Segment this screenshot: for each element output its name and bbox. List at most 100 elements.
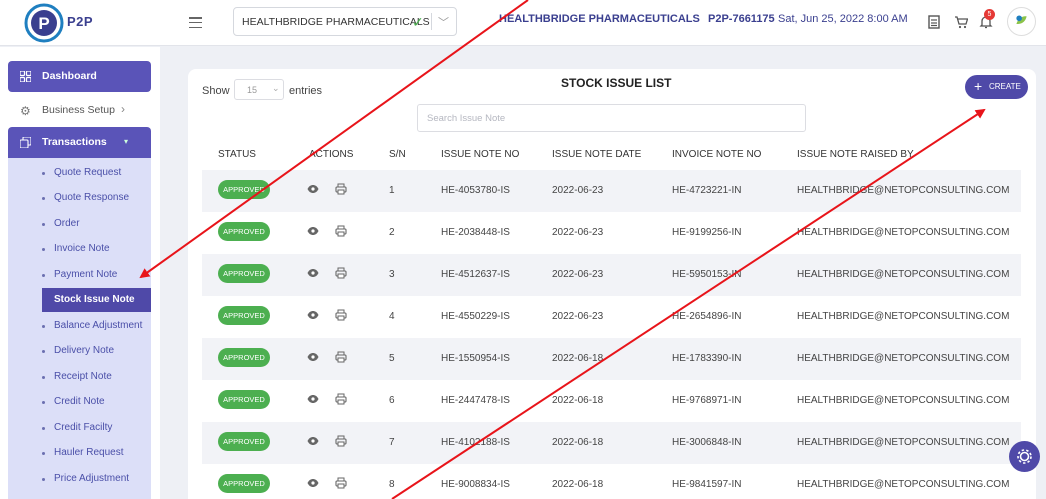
table-row[interactable]: APPROVED 8 HE-9008834-IS 2022-06-18 HE-98415…: [202, 464, 1021, 499]
sidebar-subitem-quote-response[interactable]: Quote Response: [8, 186, 151, 210]
top-header: P P2P HEALTHBRIDGE PHARMACEUTICALS ✓ ﹀ H…: [0, 0, 1046, 46]
cell-raised-by: HEALTHBRIDGE@NETOPCONSULTING.COM: [797, 269, 1010, 280]
table-row[interactable]: APPROVED 5 HE-1550954-IS 2022-06-18 HE-17833…: [202, 338, 1021, 380]
chevron-down-icon[interactable]: ﹀: [438, 14, 449, 30]
sidebar-subitem-balance-adjustment[interactable]: Balance Adjustment: [8, 314, 151, 338]
cell-issue-note-date: 2022-06-23: [552, 311, 604, 322]
cell-invoice-note-no: HE-9768971-IN: [672, 395, 742, 406]
column-header-raised-by[interactable]: ISSUE NOTE RAISED BY: [797, 149, 914, 160]
subitem-label: Delivery Note: [54, 345, 115, 356]
cell-raised-by: HEALTHBRIDGE@NETOPCONSULTING.COM: [797, 185, 1010, 196]
subitem-label: Hauler Request: [54, 447, 124, 458]
company-select-value: HEALTHBRIDGE PHARMACEUTICALS: [242, 16, 430, 28]
sidebar-subitem-order[interactable]: Order: [8, 212, 151, 236]
cell-sn: 6: [389, 395, 395, 406]
sidebar-subitem-credit-facilty[interactable]: Credit Facilty: [8, 416, 151, 440]
table-row[interactable]: APPROVED 4 HE-4550229-IS 2022-06-23 HE-26548…: [202, 296, 1021, 338]
sidebar-item-dashboard[interactable]: Dashboard: [8, 61, 151, 92]
stock-issue-card: Show 15 ⌄ entries STOCK ISSUE LIST + CRE…: [188, 69, 1036, 499]
chevron-down-icon: ▾: [124, 137, 129, 146]
subitem-label: Invoice Note: [54, 243, 110, 254]
status-badge: APPROVED: [218, 432, 270, 451]
column-header-invoice-note-no[interactable]: INVOICE NOTE NO: [672, 149, 761, 160]
table-row[interactable]: APPROVED 6 HE-2447478-IS 2022-06-18 HE-97689…: [202, 380, 1021, 422]
print-icon[interactable]: [335, 225, 347, 237]
sidebar-item-label: Dashboard: [42, 70, 97, 82]
cell-raised-by: HEALTHBRIDGE@NETOPCONSULTING.COM: [797, 227, 1010, 238]
print-icon[interactable]: [335, 435, 347, 447]
eye-icon[interactable]: [307, 351, 319, 363]
print-icon[interactable]: [335, 267, 347, 279]
cell-invoice-note-no: HE-9199256-IN: [672, 227, 742, 238]
eye-icon[interactable]: [307, 309, 319, 321]
settings-fab-button[interactable]: [1009, 441, 1040, 472]
table-row[interactable]: APPROVED 2 HE-2038448-IS 2022-06-23 HE-91992…: [202, 212, 1021, 254]
cell-invoice-note-no: HE-9841597-IN: [672, 479, 742, 490]
column-header-sn[interactable]: S/N: [389, 149, 406, 160]
print-icon[interactable]: [335, 183, 347, 195]
cell-issue-note-date: 2022-06-23: [552, 185, 604, 196]
sidebar-subitem-delivery-note[interactable]: Delivery Note: [8, 339, 151, 363]
document-icon[interactable]: [927, 15, 941, 29]
column-header-issue-note-no[interactable]: ISSUE NOTE NO: [441, 149, 519, 160]
cell-issue-note-no: HE-1550954-IS: [441, 353, 510, 364]
eye-icon[interactable]: [307, 225, 319, 237]
print-icon[interactable]: [335, 477, 347, 489]
status-badge: APPROVED: [218, 306, 270, 325]
cell-sn: 2: [389, 227, 395, 238]
print-icon[interactable]: [335, 393, 347, 405]
sidebar-item-business-setup[interactable]: ⚙ Business Setup ›: [8, 96, 151, 124]
eye-icon[interactable]: [307, 393, 319, 405]
table-row[interactable]: APPROVED 7 HE-4102188-IS 2022-06-18 HE-30068…: [202, 422, 1021, 464]
cell-issue-note-date: 2022-06-18: [552, 479, 604, 490]
table-row[interactable]: APPROVED 1 HE-4053780-IS 2022-06-23 HE-47232…: [202, 170, 1021, 212]
entries-select[interactable]: 15 ⌄: [234, 79, 284, 100]
status-badge: APPROVED: [218, 180, 270, 199]
sidebar-subitem-price-adjustment[interactable]: Price Adjustment: [8, 467, 151, 491]
cell-issue-note-no: HE-4550229-IS: [441, 311, 510, 322]
cell-sn: 5: [389, 353, 395, 364]
print-icon[interactable]: [335, 351, 347, 363]
dashboard-grid-icon: [20, 71, 31, 82]
subitem-label: Price Adjustment: [54, 473, 130, 484]
sidebar-subitem-quote-request[interactable]: Quote Request: [8, 161, 151, 185]
subitem-label: Quote Request: [54, 167, 122, 178]
sidebar-subitem-receipt-note[interactable]: Receipt Note: [8, 365, 151, 389]
sidebar-item-label: Transactions: [42, 136, 107, 148]
avatar[interactable]: [1007, 7, 1036, 36]
cell-raised-by: HEALTHBRIDGE@NETOPCONSULTING.COM: [797, 437, 1010, 448]
sidebar-item-transactions[interactable]: Transactions ▾: [8, 127, 151, 158]
sidebar-subitem-stock-issue-note[interactable]: Stock Issue Note: [42, 288, 151, 312]
cart-icon[interactable]: [954, 15, 968, 29]
column-header-issue-note-date[interactable]: ISSUE NOTE DATE: [552, 149, 641, 160]
cell-issue-note-no: HE-9008834-IS: [441, 479, 510, 490]
notification-badge: 5: [984, 9, 995, 20]
header-datetime: Sat, Jun 25, 2022 8:00 AM: [778, 13, 908, 25]
eye-icon[interactable]: [307, 267, 319, 279]
sidebar-subitem-invoice-note[interactable]: Invoice Note: [8, 237, 151, 261]
cell-invoice-note-no: HE-2654896-IN: [672, 311, 742, 322]
subitem-label: Credit Facilty: [54, 422, 113, 433]
print-icon[interactable]: [335, 309, 347, 321]
copy-icon: [20, 137, 31, 148]
sidebar-subitem-credit-note[interactable]: Credit Note: [8, 390, 151, 414]
table-row[interactable]: APPROVED 3 HE-4512637-IS 2022-06-23 HE-59501…: [202, 254, 1021, 296]
plus-icon: +: [974, 78, 983, 94]
create-button[interactable]: + CREATE: [965, 75, 1028, 99]
eye-icon[interactable]: [307, 477, 319, 489]
transactions-submenu: Quote Request Quote Response Order Invoi…: [8, 158, 151, 499]
svg-text:P: P: [38, 14, 49, 33]
cell-issue-note-no: HE-2038448-IS: [441, 227, 510, 238]
eye-icon[interactable]: [307, 183, 319, 195]
sidebar-subitem-payment-note[interactable]: Payment Note: [8, 263, 151, 287]
search-input[interactable]: [417, 104, 806, 132]
eye-icon[interactable]: [307, 435, 319, 447]
company-select[interactable]: HEALTHBRIDGE PHARMACEUTICALS ✓ ﹀: [233, 7, 457, 36]
p2p-logo[interactable]: P: [24, 3, 64, 43]
subitem-label: Quote Response: [54, 192, 130, 203]
create-button-label: CREATE: [989, 82, 1021, 91]
cell-sn: 1: [389, 185, 395, 196]
hamburger-menu-icon[interactable]: [189, 17, 202, 28]
cell-issue-note-date: 2022-06-23: [552, 269, 604, 280]
sidebar-subitem-hauler-request[interactable]: Hauler Request: [8, 441, 151, 465]
